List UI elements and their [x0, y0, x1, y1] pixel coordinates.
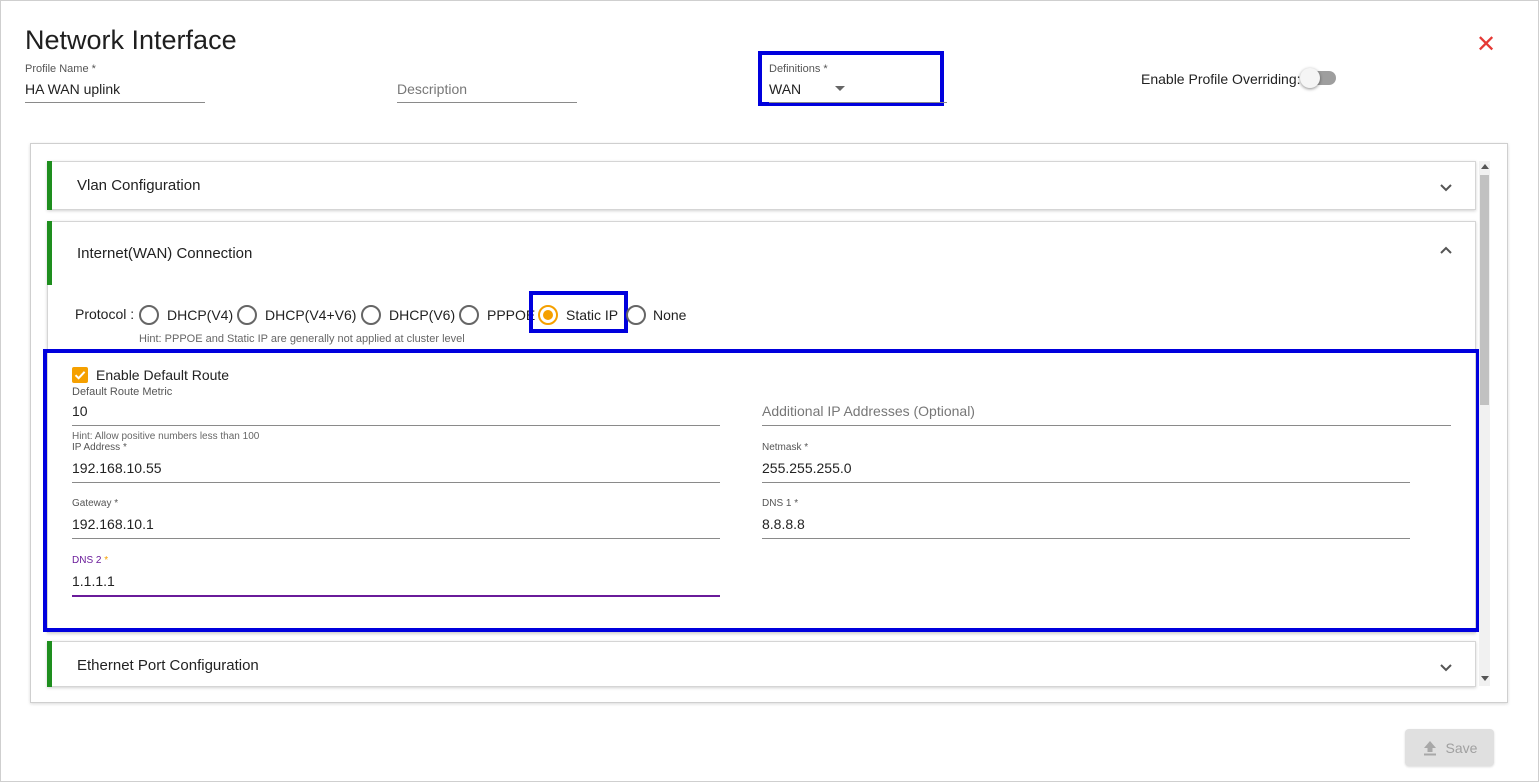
radio-dhcp-v4-label[interactable]: DHCP(V4) [167, 307, 233, 323]
description-underline [397, 102, 577, 103]
radio-dhcp-v4v6-label[interactable]: DHCP(V4+V6) [265, 307, 356, 323]
metric-label: Default Route Metric [72, 386, 173, 398]
radio-dhcp-v6[interactable] [361, 305, 381, 325]
save-button-label: Save [1445, 739, 1478, 756]
gateway-label: Gateway * [72, 498, 119, 509]
profile-name-underline [25, 102, 205, 103]
static-ip-highlight [529, 291, 628, 333]
gateway-input[interactable]: 192.168.10.1 [72, 516, 154, 532]
scroll-down-arrow-icon[interactable] [1481, 676, 1489, 682]
metric-underline [72, 425, 720, 426]
panel-scrollbar-thumb[interactable] [1480, 175, 1489, 405]
radio-pppoe-label[interactable]: PPPOE [487, 307, 535, 323]
accordion-vlan[interactable] [47, 161, 1476, 210]
override-label: Enable Profile Overriding: [1141, 71, 1301, 87]
radio-pppoe[interactable] [459, 305, 479, 325]
check-icon [74, 371, 86, 380]
dns1-input[interactable]: 8.8.8.8 [762, 516, 805, 532]
ip-label: IP Address * [72, 442, 127, 453]
dns2-label: DNS 2 * [72, 555, 108, 566]
chevron-down-icon[interactable] [1438, 660, 1454, 676]
profile-name-input[interactable]: HA WAN uplink [25, 81, 120, 97]
default-route-label[interactable]: Enable Default Route [96, 367, 229, 383]
dns1-underline [762, 538, 1410, 539]
save-button[interactable]: Save [1405, 729, 1494, 766]
close-icon[interactable]: ✕ [1475, 33, 1497, 57]
netmask-input[interactable]: 255.255.255.0 [762, 460, 852, 476]
netmask-label: Netmask * [762, 442, 809, 453]
additional-ip-input[interactable]: Additional IP Addresses (Optional) [762, 403, 975, 419]
metric-input[interactable]: 10 [72, 403, 88, 419]
description-input[interactable]: Description [397, 81, 467, 97]
chevron-up-icon[interactable] [1438, 242, 1454, 258]
ip-input[interactable]: 192.168.10.55 [72, 460, 162, 476]
dropdown-arrow-icon[interactable] [834, 85, 846, 93]
radio-none[interactable] [626, 305, 646, 325]
accordion-ethernet-bar [47, 641, 52, 687]
default-route-checkbox[interactable] [72, 367, 88, 383]
gateway-underline [72, 538, 720, 539]
additional-ip-underline [762, 425, 1451, 426]
chevron-down-icon[interactable] [1438, 180, 1454, 196]
dns2-label-text: DNS 2 [72, 555, 102, 566]
radio-dhcp-v4[interactable] [139, 305, 159, 325]
definitions-label: Definitions * [769, 63, 828, 75]
metric-hint: Hint: Allow positive numbers less than 1… [72, 431, 260, 442]
accordion-vlan-bar [47, 161, 52, 210]
static-ip-details-highlight [43, 349, 1480, 632]
network-interface-dialog: Network Interface ✕ Profile Name * HA WA… [0, 0, 1539, 782]
accordion-ethernet[interactable] [47, 641, 1476, 687]
dialog-title: Network Interface [25, 25, 237, 55]
profile-name-label: Profile Name * [25, 63, 96, 75]
dns1-label: DNS 1 * [762, 498, 799, 509]
netmask-underline [762, 482, 1410, 483]
accordion-vlan-title: Vlan Configuration [77, 177, 201, 194]
override-toggle-knob[interactable] [1300, 68, 1320, 88]
dns2-required-mark: * [104, 555, 109, 566]
radio-dhcp-v4v6[interactable] [237, 305, 257, 325]
accordion-ethernet-title: Ethernet Port Configuration [77, 657, 259, 674]
definitions-value[interactable]: WAN [769, 81, 801, 97]
dns2-input[interactable]: 1.1.1.1 [72, 573, 115, 589]
description-field[interactable]: Description [397, 63, 577, 104]
scroll-up-arrow-icon[interactable] [1481, 163, 1489, 169]
protocol-hint: Hint: PPPOE and Static IP are generally … [139, 333, 465, 345]
definitions-select[interactable]: Definitions * WAN [769, 63, 947, 104]
profile-name-field[interactable]: Profile Name * HA WAN uplink [25, 63, 205, 104]
radio-dhcp-v6-label[interactable]: DHCP(V6) [389, 307, 455, 323]
accordion-wan-title[interactable]: Internet(WAN) Connection [77, 245, 252, 262]
upload-icon [1423, 740, 1436, 755]
accordion-wan-bar [47, 221, 52, 285]
protocol-label: Protocol : [75, 306, 135, 322]
radio-none-label[interactable]: None [653, 307, 686, 323]
ip-underline [72, 482, 720, 483]
dns2-underline [72, 595, 720, 597]
definitions-underline [769, 102, 947, 103]
